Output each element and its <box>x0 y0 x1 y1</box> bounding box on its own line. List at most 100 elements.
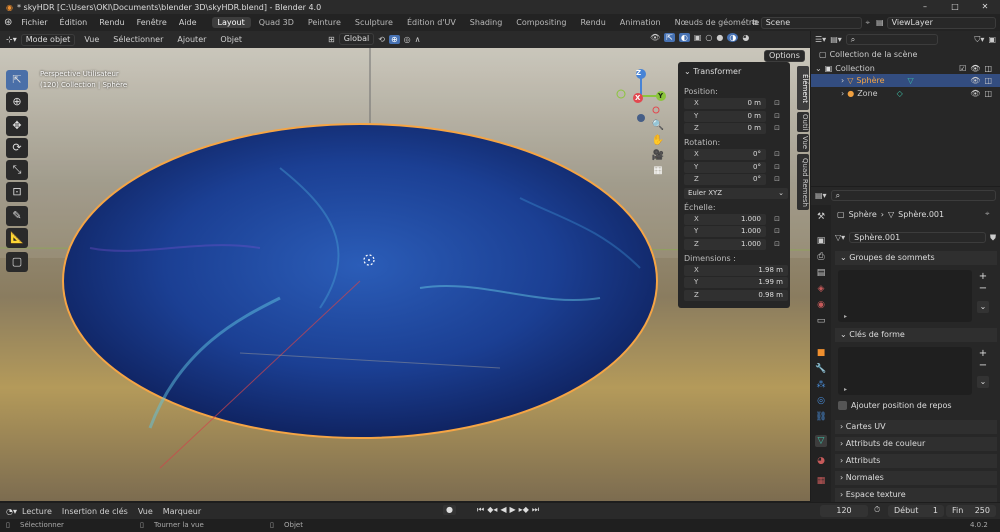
rendered-shading-icon[interactable]: ◕ <box>742 33 749 42</box>
add-shape-key-button[interactable]: + <box>977 349 989 359</box>
lock-icon[interactable]: ⊡ <box>772 226 782 236</box>
measure-tool-button[interactable]: 📐 <box>6 228 28 248</box>
gizmo-toggle-icon[interactable]: ⇱ <box>664 33 675 42</box>
wireframe-shading-icon[interactable]: ○ <box>705 33 712 42</box>
shape-key-specials-button[interactable]: ⌄ <box>977 376 989 388</box>
tab-quad-remesh[interactable]: Quad Remesh <box>797 154 809 210</box>
eye-icon[interactable]: 👁 <box>970 76 980 85</box>
tab-item[interactable]: Élément <box>797 66 809 110</box>
render-properties-icon[interactable]: ▣ <box>815 235 827 247</box>
camera-render-icon[interactable]: ◫ <box>984 89 992 98</box>
view-layer-selector[interactable]: ViewLayer <box>886 16 996 29</box>
next-keyframe-icon[interactable]: ▸◆ <box>519 505 529 515</box>
color-attributes-panel-header[interactable]: › Attributs de couleur <box>835 437 997 451</box>
scale-z-field[interactable]: Z 1.000 <box>684 239 766 250</box>
remove-shape-key-button[interactable]: − <box>977 361 989 371</box>
collection-properties-icon[interactable]: ▭ <box>815 315 827 327</box>
outliner-root[interactable]: ▢ Collection de la scène <box>819 50 917 59</box>
vertex-groups-panel-header[interactable]: ⌄ Groupes de sommets <box>835 251 997 265</box>
scene-properties-icon[interactable]: ◈ <box>815 283 827 295</box>
object-mode-dropdown[interactable]: Mode objet <box>20 33 76 46</box>
shape-keys-panel-header[interactable]: ⌄ Clés de forme <box>835 328 997 342</box>
material-properties-icon[interactable]: ◕ <box>815 455 827 467</box>
scale-x-field[interactable]: X 1.000 <box>684 214 766 225</box>
rest-position-checkbox[interactable]: Ajouter position de repos <box>838 401 952 410</box>
mesh-data-properties-icon[interactable]: ▽ <box>815 435 827 447</box>
tool-properties-icon[interactable]: ⚒ <box>815 211 827 223</box>
eye-icon[interactable]: 👁 <box>970 89 980 98</box>
view-layer-properties-icon[interactable]: ▤ <box>815 267 827 279</box>
solid-shading-icon[interactable]: ● <box>716 33 723 42</box>
falloff-icon[interactable]: ∧ <box>415 35 421 44</box>
scale-y-field[interactable]: Y 1.000 <box>684 226 766 237</box>
tab-rendering[interactable]: Rendu <box>574 17 611 28</box>
lock-icon[interactable]: ⊡ <box>772 149 782 159</box>
particles-properties-icon[interactable]: ⁂ <box>815 379 827 391</box>
filter-icon[interactable]: ⛉▾ <box>974 35 984 45</box>
position-y-field[interactable]: Y0 m <box>684 111 766 122</box>
prev-keyframe-icon[interactable]: ◆◂ <box>487 505 497 515</box>
transform-tool-button[interactable]: ⊡ <box>6 182 28 202</box>
vertex-group-specials-button[interactable]: ⌄ <box>977 301 989 313</box>
outliner-editor-icon[interactable]: ☰▾ <box>815 35 826 44</box>
texture-space-panel-header[interactable]: › Espace texture <box>835 488 997 502</box>
grid-perspective-icon[interactable]: ▦ <box>653 165 662 176</box>
menu-edit[interactable]: Édition <box>55 17 93 28</box>
tab-view[interactable]: Vue <box>797 134 809 152</box>
add-cube-tool-button[interactable]: ▢ <box>6 252 28 272</box>
position-z-field[interactable]: Z0 m <box>684 123 766 134</box>
pivot-icon[interactable]: ⟲ <box>378 35 385 44</box>
outliner-search-input[interactable]: ⌕ <box>845 34 938 45</box>
jump-start-icon[interactable]: ⏮ <box>477 505 484 515</box>
rotation-y-field[interactable]: Y 0° <box>684 162 766 173</box>
cursor-tool-button[interactable]: ⊕ <box>6 92 28 112</box>
lock-icon[interactable]: ⊡ <box>772 239 782 249</box>
tab-layout[interactable]: Layout <box>211 17 251 28</box>
menu-help[interactable]: Aide <box>174 17 202 28</box>
rotation-z-field[interactable]: Z 0° <box>684 174 766 185</box>
end-frame-field[interactable]: Fin 250 <box>946 505 996 517</box>
menu-marker[interactable]: Marqueur <box>158 506 206 517</box>
rotation-x-field[interactable]: X 0° <box>684 149 766 160</box>
minimize-button[interactable]: – <box>910 0 940 14</box>
vertex-groups-list[interactable]: ▸ <box>838 270 972 322</box>
outliner-collection-row[interactable]: ⌄ ▣ Collection ☑ 👁 ◫ <box>815 62 996 74</box>
tab-painting[interactable]: Peinture <box>302 17 347 28</box>
material-shading-icon[interactable]: ◑ <box>727 33 739 42</box>
snap-icon[interactable]: ⊕ <box>388 34 400 44</box>
normals-panel-header[interactable]: › Normales <box>835 471 997 485</box>
menu-select[interactable]: Sélectionner <box>108 34 168 45</box>
pan-hand-icon[interactable]: ✋ <box>652 135 664 146</box>
jump-end-icon[interactable]: ⏭ <box>532 505 539 515</box>
lock-icon[interactable]: ⊡ <box>772 123 782 133</box>
dimension-z-field[interactable]: Z 0.98 m <box>684 290 788 301</box>
blender-menu-icon[interactable]: ⊛ <box>4 17 12 28</box>
modifier-properties-icon[interactable]: 🔧 <box>815 363 827 375</box>
mesh-name-field[interactable]: Sphère.001 <box>849 232 986 243</box>
dimension-y-field[interactable]: Y 1.99 m <box>684 277 788 288</box>
zoom-icon[interactable]: 🔍 <box>652 120 664 131</box>
tab-shading[interactable]: Shading <box>464 17 509 28</box>
list-resize-grip-icon[interactable]: ▸ <box>844 386 847 393</box>
properties-editor-icon[interactable]: ▤▾ <box>815 191 827 200</box>
stopwatch-icon[interactable]: ⏱ <box>874 505 880 515</box>
menu-keying[interactable]: Insertion de clés <box>57 506 133 517</box>
lock-icon[interactable]: ⊡ <box>772 98 782 108</box>
lock-icon[interactable]: ⊡ <box>772 111 782 121</box>
lock-icon[interactable]: ⊡ <box>772 162 782 172</box>
mesh-datablock[interactable]: ▽▾ Sphère.001 ⛊ <box>835 231 996 244</box>
outliner-item-zone[interactable]: › ● Zone ◇ 👁 ◫ <box>811 87 1000 100</box>
checkbox-icon[interactable]: ☑ <box>959 64 966 73</box>
tab-animation[interactable]: Animation <box>614 17 667 28</box>
menu-playback[interactable]: Lecture <box>17 506 57 517</box>
lock-icon[interactable]: ⊡ <box>772 214 782 224</box>
shape-keys-list[interactable]: ▸ <box>838 347 972 395</box>
outliner-item-sphere[interactable]: › ▽ Sphère ▽ 👁 ◫ <box>811 74 1000 87</box>
lock-icon[interactable]: ⊡ <box>772 174 782 184</box>
tab-compositing[interactable]: Compositing <box>510 17 572 28</box>
play-icon[interactable]: ▶ <box>510 505 516 515</box>
menu-file[interactable]: Fichier <box>16 17 52 28</box>
rotation-mode-dropdown[interactable]: Euler XYZ ⌄ <box>684 188 788 199</box>
camera-icon[interactable]: 🎥 <box>652 150 664 161</box>
annotate-tool-button[interactable]: ✎ <box>6 206 28 226</box>
